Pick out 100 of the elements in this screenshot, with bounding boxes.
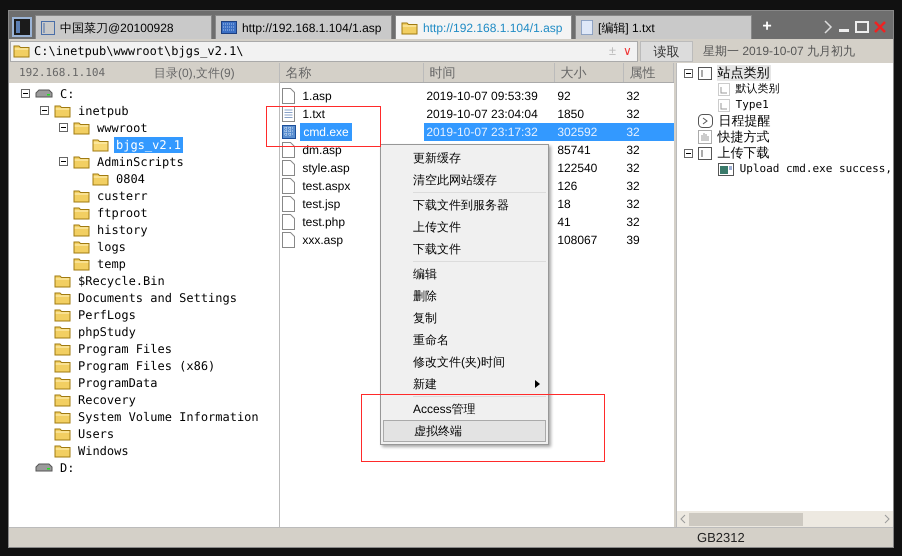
tree-item[interactable]: $Recycle.Bin — [76, 272, 167, 288]
tree-item[interactable]: System Volume Information — [76, 408, 261, 424]
menu-item[interactable]: 下载文件 — [383, 238, 546, 260]
collapse-icon[interactable] — [684, 148, 693, 158]
drive-icon — [35, 462, 53, 472]
drive-icon — [35, 88, 53, 98]
tree-item[interactable]: 日程提醒 — [718, 113, 772, 129]
file-attribute: 32 — [625, 88, 640, 105]
read-button[interactable]: 读取 — [640, 40, 693, 62]
file-name[interactable]: style.asp — [299, 159, 353, 177]
panel-icon — [698, 146, 712, 160]
file-name[interactable]: 1.txt — [299, 105, 328, 123]
menu-item[interactable]: 重命名 — [383, 329, 546, 351]
file-size: 41 — [556, 214, 572, 231]
tree-item[interactable]: Recovery — [76, 392, 138, 408]
menu-item[interactable]: Access管理 — [383, 398, 546, 420]
tree-item[interactable]: Type1 — [734, 97, 770, 113]
grid-icon — [221, 21, 237, 34]
file-size: 92 — [556, 88, 572, 105]
tree-item[interactable]: 快捷方式 — [716, 129, 771, 145]
file-name[interactable]: 1.asp — [299, 87, 335, 105]
file-name[interactable]: test.aspx — [299, 177, 354, 195]
tree-item[interactable]: wwwroot — [95, 120, 150, 136]
collapse-icon[interactable] — [59, 157, 68, 166]
file-time: 2019-10-07 09:53:39 — [425, 88, 539, 105]
tree-item[interactable]: C: — [58, 86, 76, 102]
scroll-thumb[interactable] — [688, 512, 803, 526]
tab[interactable]: http://192.168.1.104/1.asp — [215, 15, 392, 39]
tree-item[interactable]: 默认类别 — [734, 81, 781, 97]
menu-item[interactable]: 编辑 — [383, 263, 546, 285]
menu-item[interactable]: 下载文件到服务器 — [383, 194, 546, 216]
file-name[interactable]: test.jsp — [299, 195, 344, 213]
menu-item[interactable]: 删除 — [383, 285, 546, 307]
column-header[interactable]: 时间 — [424, 63, 556, 82]
tree-item[interactable]: Users — [76, 426, 116, 442]
menu-item[interactable]: 上传文件 — [383, 216, 546, 238]
folder-icon — [73, 188, 90, 202]
tree-item[interactable]: Program Files (x86) — [76, 358, 218, 374]
file-name[interactable]: xxx.asp — [299, 231, 346, 249]
tree-item[interactable]: Documents and Settings — [76, 290, 239, 306]
tab[interactable]: [编辑] 1.txt — [575, 15, 752, 39]
horizontal-scrollbar[interactable] — [676, 511, 893, 527]
tree-item[interactable]: Windows — [76, 442, 131, 458]
file-attribute: 32 — [625, 106, 640, 123]
folder-icon — [54, 376, 71, 390]
tree-item[interactable]: D: — [58, 460, 76, 476]
folder-icon — [73, 240, 90, 254]
path-field[interactable]: C:\inetpub\wwwroot\bjgs_v2.1\ ± ∨ — [10, 40, 638, 62]
menu-item[interactable]: 更新缓存 — [383, 147, 546, 169]
folder-icon — [54, 342, 71, 356]
folder-icon — [92, 138, 109, 152]
file-attribute: 32 — [625, 214, 640, 231]
collapse-icon[interactable] — [40, 106, 49, 115]
tree-item[interactable]: PerfLogs — [76, 306, 138, 322]
file-size: 18 — [556, 196, 572, 213]
file-attribute: 32 — [625, 178, 640, 195]
maximize-icon[interactable] — [855, 20, 869, 32]
file-name[interactable]: test.php — [299, 213, 348, 231]
tree-item[interactable]: temp — [95, 256, 128, 272]
column-header[interactable]: 大小 — [555, 63, 624, 82]
menu-item[interactable]: 复制 — [383, 307, 546, 329]
tree-item[interactable]: 站点类别 — [716, 65, 771, 81]
tree-item[interactable]: Program Files — [76, 340, 174, 356]
tree-item[interactable]: inetpub — [76, 102, 131, 118]
dropdown-icon[interactable]: ∨ — [620, 42, 635, 60]
column-header[interactable]: 名称 — [280, 63, 424, 82]
collapse-icon[interactable] — [684, 68, 693, 78]
encoding-text: GB2312 — [697, 528, 745, 547]
file-size: 108067 — [556, 232, 598, 249]
chevron-right-icon[interactable] — [823, 20, 833, 34]
file-attribute: 32 — [625, 160, 640, 177]
tree-item[interactable]: Upload cmd.exe success, — [738, 161, 893, 177]
menu-item[interactable]: 修改文件(夹)时间 — [383, 351, 546, 373]
folder-icon — [73, 222, 90, 236]
collapse-icon[interactable] — [59, 123, 68, 132]
folder-icon — [54, 324, 71, 338]
file-name[interactable]: dm.asp — [299, 141, 345, 159]
tree-item[interactable]: 上传下载 — [716, 145, 771, 161]
folder-icon — [401, 20, 418, 34]
file-size: 1850 — [556, 106, 586, 123]
folder-icon — [54, 426, 71, 440]
page-icon — [718, 82, 730, 96]
tree-item[interactable]: logs — [95, 238, 128, 254]
column-header[interactable]: 属性 — [624, 63, 674, 82]
collapse-icon[interactable] — [21, 89, 30, 98]
menu-item[interactable]: 新建 — [383, 373, 546, 395]
file-size: 126 — [556, 178, 578, 195]
menu-item[interactable]: 虚拟终端 — [383, 420, 546, 442]
menu-item[interactable]: 清空此网站缓存 — [383, 169, 546, 191]
tree-item[interactable]: custerr — [95, 188, 150, 204]
tree-item[interactable]: history — [95, 222, 150, 238]
tree-item[interactable]: ftproot — [95, 204, 150, 220]
folder-icon — [54, 308, 71, 322]
tree-item[interactable]: ProgramData — [76, 374, 160, 390]
tab[interactable]: 中国菜刀@20100928 — [35, 15, 212, 39]
new-tab-button[interactable]: + — [757, 15, 777, 39]
tree-item[interactable]: phpStudy — [76, 324, 138, 340]
tree-item[interactable]: AdminScripts — [95, 154, 186, 170]
tree-item[interactable]: 0804 — [114, 170, 147, 186]
file-time: 2019-10-07 23:04:04 — [425, 106, 539, 123]
